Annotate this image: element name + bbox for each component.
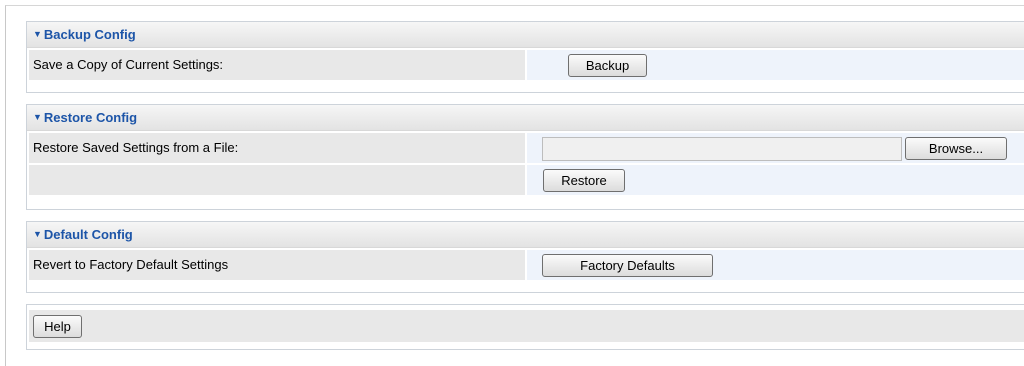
restore-config-title: Restore Config xyxy=(43,110,138,125)
backup-config-section: ▼ Backup Config Save a Copy of Current Se… xyxy=(26,21,1024,93)
triangle-down-icon: ▼ xyxy=(33,29,42,39)
restore-button[interactable]: Restore xyxy=(543,169,625,192)
default-config-header[interactable]: ▼ Default Config xyxy=(27,222,1024,248)
backup-row-label: Save a Copy of Current Settings: xyxy=(29,50,525,80)
restore-action-label xyxy=(29,165,525,195)
help-button[interactable]: Help xyxy=(33,315,82,338)
backup-config-header[interactable]: ▼ Backup Config xyxy=(27,22,1024,48)
restore-file-row: Restore Saved Settings from a File: Brow… xyxy=(27,133,1024,163)
triangle-down-icon: ▼ xyxy=(33,112,42,122)
restore-config-section: ▼ Restore Config Restore Saved Settings f… xyxy=(26,104,1024,210)
help-bar: Help xyxy=(29,310,1024,342)
restore-file-label: Restore Saved Settings from a File: xyxy=(29,133,525,163)
restore-config-header[interactable]: ▼ Restore Config xyxy=(27,105,1024,131)
factory-defaults-value: Factory Defaults xyxy=(527,250,1024,280)
backup-config-title: Backup Config xyxy=(43,27,136,42)
restore-file-value: Browse... xyxy=(527,133,1024,163)
factory-defaults-row: Revert to Factory Default Settings Facto… xyxy=(27,250,1024,280)
restore-action-row: Restore xyxy=(27,165,1024,195)
backup-row: Save a Copy of Current Settings: Backup xyxy=(27,50,1024,80)
backup-button[interactable]: Backup xyxy=(568,54,647,77)
default-config-title: Default Config xyxy=(43,227,133,242)
default-config-section: ▼ Default Config Revert to Factory Defaul… xyxy=(26,221,1024,293)
factory-defaults-button[interactable]: Factory Defaults xyxy=(542,254,713,277)
restore-action-value: Restore xyxy=(527,165,1024,195)
backup-row-value: Backup xyxy=(527,50,1024,80)
factory-defaults-label: Revert to Factory Default Settings xyxy=(29,250,525,280)
browse-button[interactable]: Browse... xyxy=(905,137,1007,160)
help-section: Help xyxy=(26,304,1024,350)
triangle-down-icon: ▼ xyxy=(33,229,42,239)
restore-file-input[interactable] xyxy=(542,137,902,161)
